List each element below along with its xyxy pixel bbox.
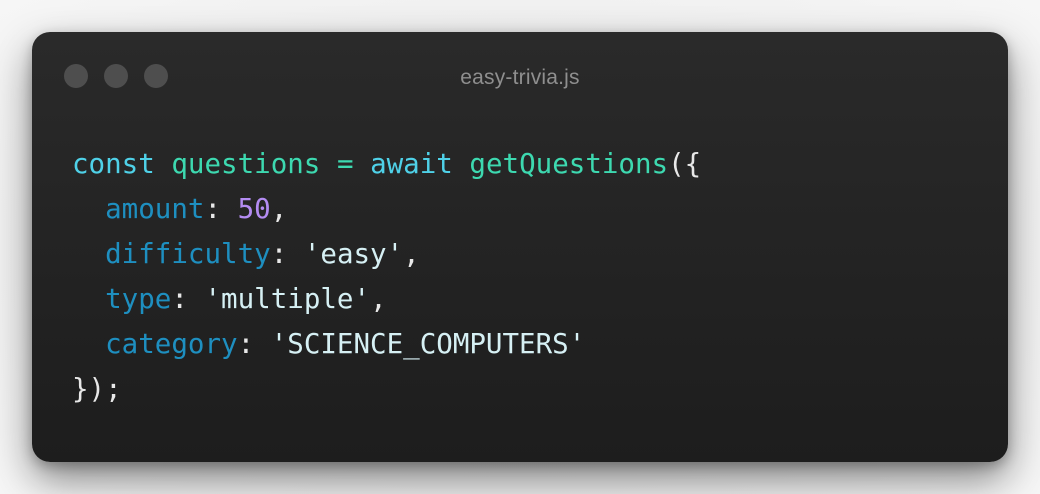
code-token-keyword: const [72, 148, 155, 180]
code-token-string: 'easy' [303, 238, 404, 270]
code-window: easy-trivia.js const questions = await g… [32, 32, 1008, 462]
window-title: easy-trivia.js [460, 66, 580, 89]
code-line: amount: 50, [72, 187, 701, 232]
window-titlebar: easy-trivia.js [32, 32, 1008, 122]
code-token-punct: , [270, 193, 288, 225]
code-token-variable: = [336, 148, 354, 180]
code-token-punct: }); [72, 373, 122, 405]
code-token-property: type [105, 283, 172, 315]
code-block: const questions = await getQuestions({ a… [72, 142, 701, 412]
code-token-punct: : [270, 238, 304, 270]
code-token-property: amount [105, 193, 205, 225]
code-token-punct: , [370, 283, 387, 315]
code-token-variable: questions [171, 148, 321, 180]
code-line: type: 'multiple', [72, 277, 701, 322]
code-token-keyword: await [370, 148, 453, 180]
code-line: difficulty: 'easy', [72, 232, 701, 277]
code-token-punct: : [171, 283, 205, 315]
code-token-property: category [105, 328, 238, 360]
code-token-punct: ({ [668, 148, 702, 180]
code-token-number: 50 [237, 193, 271, 225]
code-line: category: 'SCIENCE_COMPUTERS' [72, 322, 701, 367]
code-token-punct: , [403, 238, 420, 270]
code-line: const questions = await getQuestions({ [72, 142, 701, 187]
code-token-function: getQuestions [469, 148, 669, 180]
code-token-punct: : [204, 193, 238, 225]
code-token-string: 'multiple' [204, 283, 371, 315]
code-token-punct: : [237, 328, 271, 360]
code-token-property: difficulty [105, 238, 271, 270]
code-token-string: 'SCIENCE_COMPUTERS' [270, 328, 586, 360]
code-line: }); [72, 367, 701, 412]
